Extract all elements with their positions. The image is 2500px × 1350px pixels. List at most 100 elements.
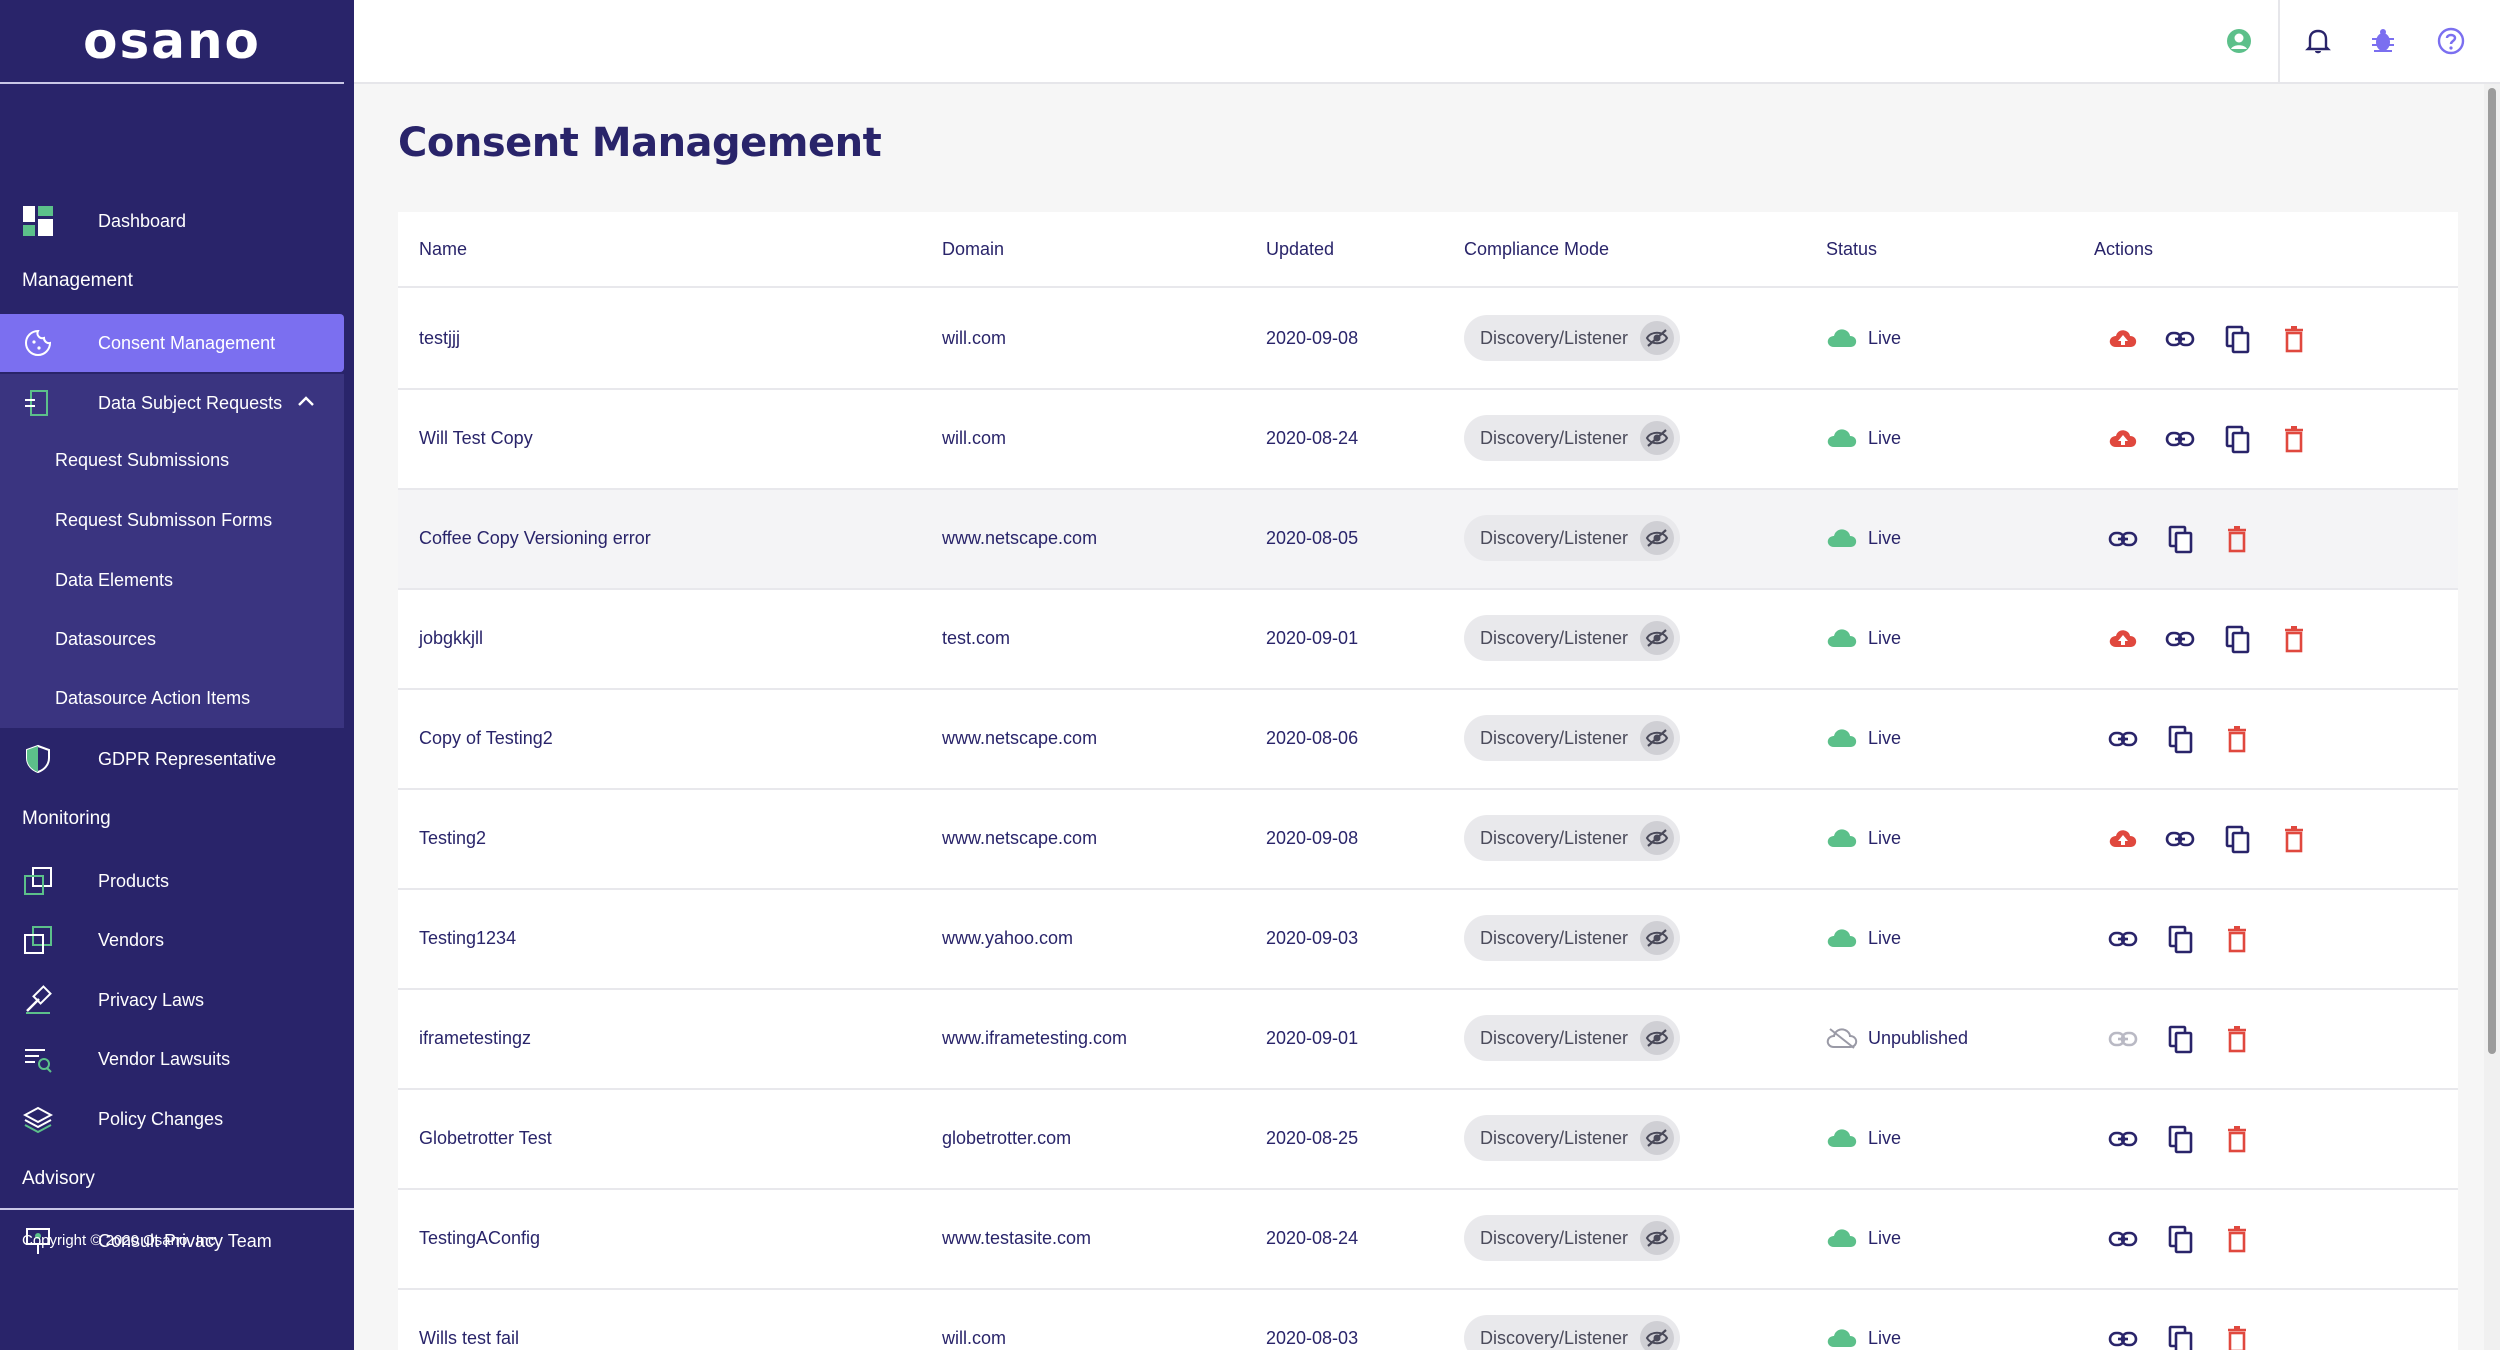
row-name[interactable]: Copy of Testing2 <box>419 728 553 749</box>
table-row[interactable]: testjjj will.com 2020-09-08 Discovery/Liste… <box>398 290 2458 390</box>
compliance-mode-badge[interactable]: Discovery/Listener <box>1464 1115 1680 1161</box>
link-icon[interactable] <box>2106 922 2140 956</box>
sidebar-item-request-submission-forms[interactable]: Request Submisson Forms <box>55 510 272 531</box>
row-name[interactable]: Testing2 <box>419 828 486 849</box>
link-icon[interactable] <box>2163 322 2197 356</box>
copy-icon[interactable] <box>2163 1022 2197 1056</box>
delete-icon[interactable] <box>2277 322 2311 356</box>
compliance-mode-badge[interactable]: Discovery/Listener <box>1464 615 1680 661</box>
delete-icon[interactable] <box>2220 922 2254 956</box>
chevron-up-icon[interactable] <box>296 392 316 417</box>
scrollbar[interactable] <box>2484 84 2500 1350</box>
sidebar-item-data-elements[interactable]: Data Elements <box>55 570 173 591</box>
eye-off-icon <box>1640 821 1674 855</box>
compliance-mode-badge[interactable]: Discovery/Listener <box>1464 515 1680 561</box>
copy-icon[interactable] <box>2163 1122 2197 1156</box>
copy-icon[interactable] <box>2163 522 2197 556</box>
sidebar-item-gdpr-representative[interactable]: GDPR Representative <box>0 730 344 788</box>
delete-icon[interactable] <box>2220 722 2254 756</box>
delete-icon[interactable] <box>2277 422 2311 456</box>
user-icon[interactable] <box>2222 24 2256 58</box>
link-icon[interactable] <box>2106 1322 2140 1350</box>
delete-icon[interactable] <box>2277 622 2311 656</box>
sidebar-item-privacy-laws[interactable]: Privacy Laws <box>0 971 344 1029</box>
link-icon[interactable] <box>2163 622 2197 656</box>
link-icon[interactable] <box>2106 1022 2140 1056</box>
link-icon[interactable] <box>2163 422 2197 456</box>
layers-icon <box>22 1103 54 1135</box>
header-compliance-mode[interactable]: Compliance Mode <box>1464 239 1609 260</box>
sidebar-item-vendors[interactable]: Vendors <box>0 911 344 969</box>
osano-logo[interactable]: osano <box>83 12 261 70</box>
bug-icon[interactable] <box>2366 24 2400 58</box>
link-icon[interactable] <box>2106 1122 2140 1156</box>
link-icon[interactable] <box>2106 722 2140 756</box>
row-name[interactable]: Coffee Copy Versioning error <box>419 528 651 549</box>
row-name[interactable]: testjjj <box>419 328 460 349</box>
help-icon[interactable] <box>2434 24 2468 58</box>
table-row[interactable]: iframetestingz www.iframetesting.com 2020-… <box>398 990 2458 1090</box>
compliance-mode-badge[interactable]: Discovery/Listener <box>1464 315 1680 361</box>
sidebar-item-datasource-action-items[interactable]: Datasource Action Items <box>55 688 250 709</box>
sidebar-item-products[interactable]: Products <box>0 852 344 910</box>
publish-icon[interactable] <box>2106 622 2140 656</box>
copy-icon[interactable] <box>2220 322 2254 356</box>
header-domain[interactable]: Domain <box>942 239 1004 260</box>
table-row[interactable]: TestingAConfig www.testasite.com 2020-08-2… <box>398 1190 2458 1290</box>
delete-icon[interactable] <box>2277 822 2311 856</box>
sidebar-item-datasources[interactable]: Datasources <box>55 629 156 650</box>
table-row[interactable]: Copy of Testing2 www.netscape.com 2020-08-… <box>398 690 2458 790</box>
compliance-mode-badge[interactable]: Discovery/Listener <box>1464 415 1680 461</box>
compliance-mode-badge[interactable]: Discovery/Listener <box>1464 1215 1680 1261</box>
table-row[interactable]: Coffee Copy Versioning error www.netscape… <box>398 490 2458 590</box>
copy-icon[interactable] <box>2163 722 2197 756</box>
header-updated[interactable]: Updated <box>1266 239 1334 260</box>
copy-icon[interactable] <box>2163 1322 2197 1350</box>
copy-icon[interactable] <box>2220 622 2254 656</box>
delete-icon[interactable] <box>2220 1322 2254 1350</box>
table-row[interactable]: Wills test fail will.com 2020-08-03 Discove… <box>398 1290 2458 1350</box>
scrollbar-thumb[interactable] <box>2488 88 2496 1054</box>
row-name[interactable]: jobgkkjll <box>419 628 483 649</box>
compliance-mode-badge[interactable]: Discovery/Listener <box>1464 915 1680 961</box>
link-icon[interactable] <box>2106 522 2140 556</box>
copy-icon[interactable] <box>2163 922 2197 956</box>
copy-icon[interactable] <box>2163 1222 2197 1256</box>
compliance-mode-badge[interactable]: Discovery/Listener <box>1464 715 1680 761</box>
row-name[interactable]: TestingAConfig <box>419 1228 540 1249</box>
sidebar-item-dashboard[interactable]: Dashboard <box>0 192 344 250</box>
sidebar-item-request-submissions[interactable]: Request Submissions <box>55 450 229 471</box>
header-status[interactable]: Status <box>1826 239 1877 260</box>
row-name[interactable]: Will Test Copy <box>419 428 533 449</box>
sidebar-item-data-subject-requests[interactable]: Data Subject Requests <box>0 374 344 432</box>
copy-icon[interactable] <box>2220 422 2254 456</box>
table-row[interactable]: Testing2 www.netscape.com 2020-09-08 Discov… <box>398 790 2458 890</box>
copy-icon[interactable] <box>2220 822 2254 856</box>
row-name[interactable]: Testing1234 <box>419 928 516 949</box>
publish-icon[interactable] <box>2106 322 2140 356</box>
sidebar-item-consent-management[interactable]: Consent Management <box>0 314 344 372</box>
sidebar-item-vendor-lawsuits[interactable]: Vendor Lawsuits <box>0 1030 344 1088</box>
row-name[interactable]: Globetrotter Test <box>419 1128 552 1149</box>
row-name[interactable]: iframetestingz <box>419 1028 531 1049</box>
publish-icon[interactable] <box>2106 422 2140 456</box>
header-name[interactable]: Name <box>419 239 467 260</box>
table-row[interactable]: jobgkkjll test.com 2020-09-01 Discovery/Lis… <box>398 590 2458 690</box>
delete-icon[interactable] <box>2220 1222 2254 1256</box>
link-icon[interactable] <box>2163 822 2197 856</box>
row-name[interactable]: Wills test fail <box>419 1328 519 1349</box>
table-row[interactable]: Will Test Copy will.com 2020-08-24 Discover… <box>398 390 2458 490</box>
delete-icon[interactable] <box>2220 522 2254 556</box>
compliance-mode-badge[interactable]: Discovery/Listener <box>1464 1315 1680 1350</box>
compliance-mode-badge[interactable]: Discovery/Listener <box>1464 815 1680 861</box>
bell-icon[interactable] <box>2301 24 2335 58</box>
sidebar-item-policy-changes[interactable]: Policy Changes <box>0 1090 344 1148</box>
compliance-mode-badge[interactable]: Discovery/Listener <box>1464 1015 1680 1061</box>
table-row[interactable]: Globetrotter Test globetrotter.com 2020-08… <box>398 1090 2458 1190</box>
table-row[interactable]: Testing1234 www.yahoo.com 2020-09-03 Discov… <box>398 890 2458 990</box>
link-icon[interactable] <box>2106 1222 2140 1256</box>
compliance-mode-label: Discovery/Listener <box>1480 1127 1629 1148</box>
publish-icon[interactable] <box>2106 822 2140 856</box>
delete-icon[interactable] <box>2220 1122 2254 1156</box>
delete-icon[interactable] <box>2220 1022 2254 1056</box>
